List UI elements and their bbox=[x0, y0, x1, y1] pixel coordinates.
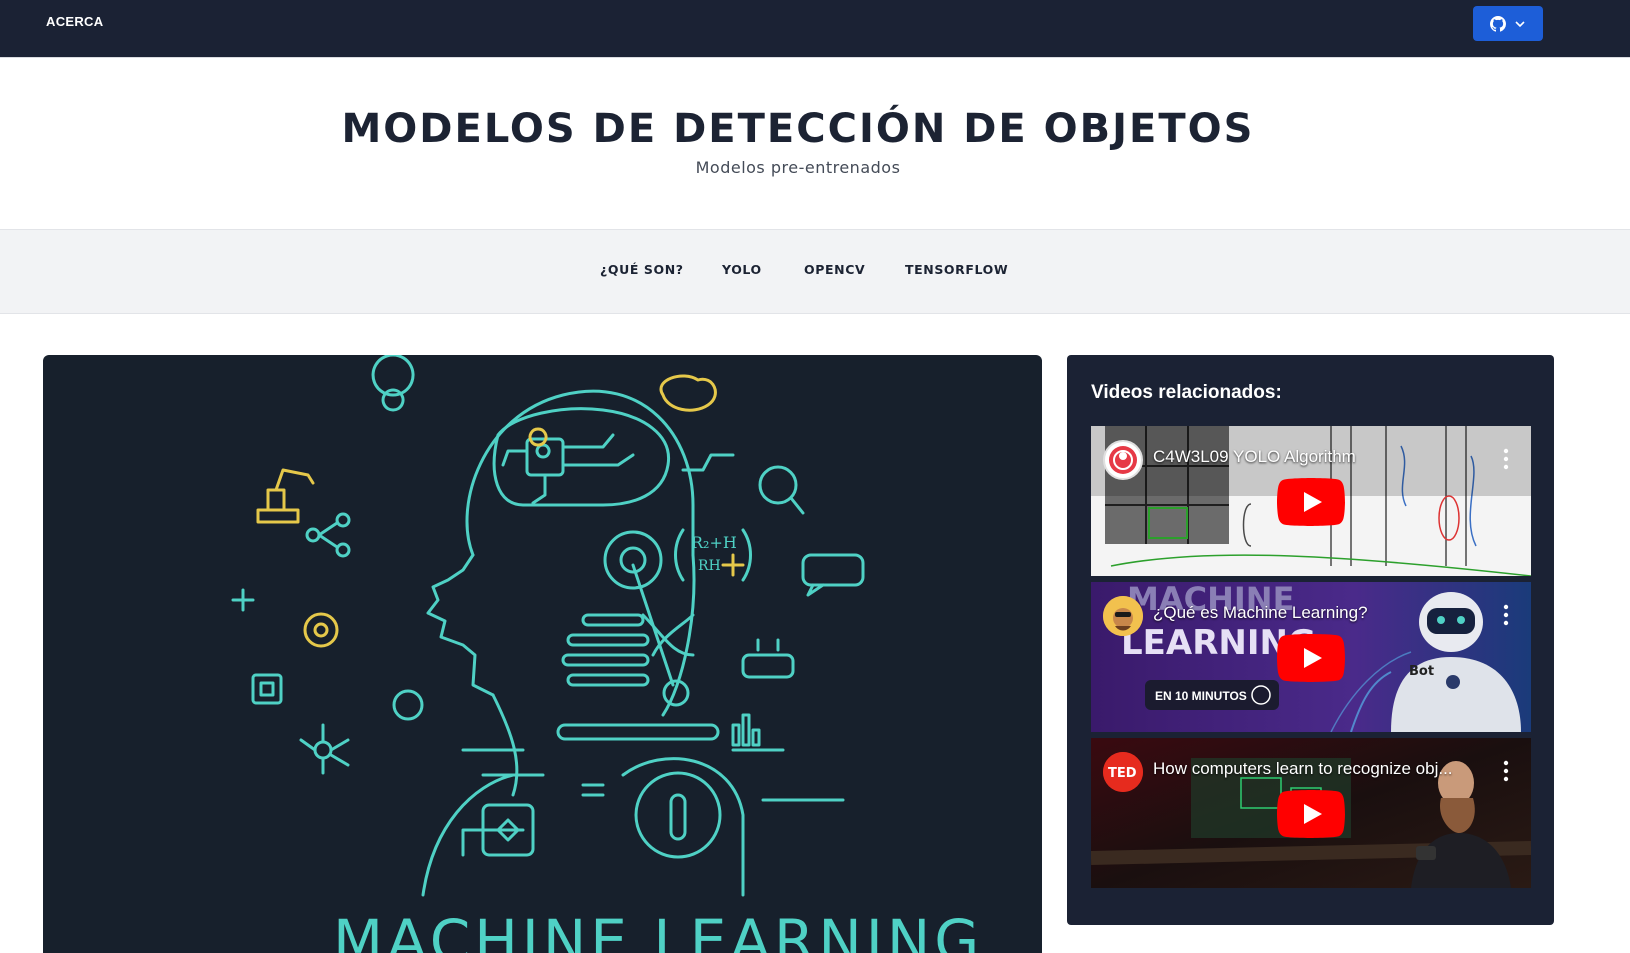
nav-item-opencv[interactable]: OPENCV bbox=[804, 262, 865, 277]
deeplearning-channel-icon[interactable] bbox=[1103, 440, 1143, 480]
more-options-icon[interactable] bbox=[1496, 756, 1516, 786]
hero-caption: MACHINE LEARNING bbox=[333, 907, 983, 953]
github-icon bbox=[1490, 15, 1506, 32]
chevron-down-icon bbox=[1515, 20, 1525, 27]
related-videos-heading: Videos relacionados: bbox=[1091, 382, 1282, 403]
channel-avatar-icon[interactable] bbox=[1103, 596, 1143, 636]
nav-item-tensorflow[interactable]: TENSORFLOW bbox=[905, 262, 1008, 277]
video-title[interactable]: C4W3L09 YOLO Algorithm bbox=[1153, 447, 1356, 467]
top-navbar: ACERCA bbox=[0, 0, 1630, 57]
machine-learning-illustration: R₂+H RH MACHINE LEARNING bbox=[231, 355, 983, 953]
nav-item-que-son[interactable]: ¿QUÉ SON? bbox=[600, 262, 684, 277]
site-header: MODELOS DE DETECCIÓN DE OBJETOS Modelos … bbox=[0, 57, 1630, 229]
svg-text:EN 10 MINUTOS: EN 10 MINUTOS bbox=[1155, 689, 1247, 703]
nav-item-yolo[interactable]: YOLO bbox=[722, 262, 762, 277]
site-subtitle: Modelos pre-entrenados bbox=[695, 158, 901, 177]
nav-link-about[interactable]: ACERCA bbox=[46, 14, 103, 29]
more-options-icon[interactable] bbox=[1496, 444, 1516, 474]
hero-image: R₂+H RH MACHINE LEARNING bbox=[43, 355, 1042, 953]
video-embed-ted[interactable]: TED How computers learn to recognize obj… bbox=[1091, 738, 1531, 888]
youtube-play-icon[interactable] bbox=[1277, 478, 1345, 526]
video-title[interactable]: ¿Qué es Machine Learning? bbox=[1153, 603, 1368, 623]
youtube-play-icon[interactable] bbox=[1277, 634, 1345, 682]
svg-text:R₂+H: R₂+H bbox=[691, 533, 737, 552]
github-dropdown-button[interactable] bbox=[1473, 6, 1543, 41]
svg-text:TED: TED bbox=[1108, 766, 1137, 781]
video-embed-yolo[interactable]: C4W3L09 YOLO Algorithm bbox=[1091, 426, 1531, 576]
related-videos-panel: Videos relacionados: C4W3L09 YOLO Algori… bbox=[1067, 355, 1554, 925]
video-embed-machine-learning[interactable]: MACHINE LEARNING EN 10 MINUTOS Bot ¿Qué … bbox=[1091, 582, 1531, 732]
svg-text:Bot: Bot bbox=[1409, 664, 1434, 679]
more-options-icon[interactable] bbox=[1496, 600, 1516, 630]
svg-text:RH: RH bbox=[698, 558, 721, 574]
main-navigation: ¿QUÉ SON? YOLO OPENCV TENSORFLOW bbox=[0, 229, 1630, 314]
video-title[interactable]: How computers learn to recognize obj... bbox=[1153, 759, 1453, 779]
youtube-play-icon[interactable] bbox=[1277, 790, 1345, 838]
ted-icon[interactable]: TED bbox=[1103, 752, 1143, 792]
site-title: MODELOS DE DETECCIÓN DE OBJETOS bbox=[341, 106, 1255, 152]
